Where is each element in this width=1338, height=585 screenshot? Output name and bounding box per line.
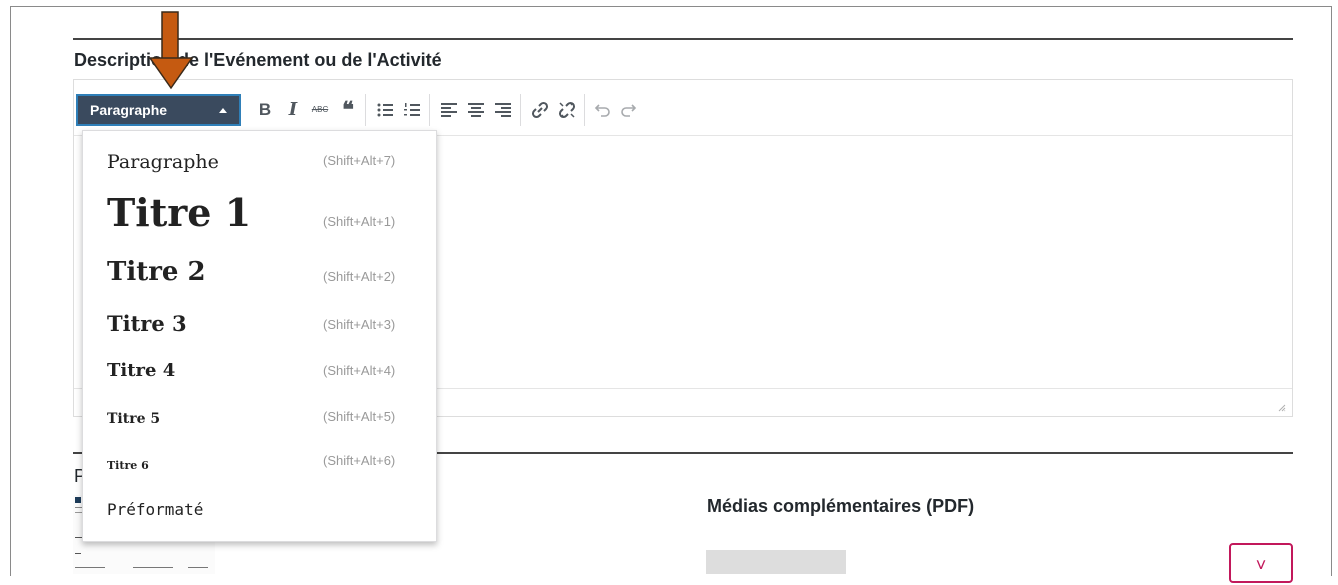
arrow-down-icon: [148, 11, 194, 90]
format-option-shortcut: (Shift+Alt+7): [323, 153, 396, 168]
format-option-label: Titre 1: [107, 190, 252, 235]
format-option-shortcut: (Shift+Alt+2): [323, 269, 396, 284]
redo-button[interactable]: [615, 96, 641, 124]
align-center-button[interactable]: [463, 96, 489, 124]
format-option-shortcut: (Shift+Alt+5): [323, 409, 396, 424]
undo-button[interactable]: [590, 96, 616, 124]
strikethrough-icon: ABC: [311, 105, 329, 114]
format-option-label: Préformaté: [107, 500, 204, 519]
format-option-label: Titre 4: [107, 360, 176, 381]
format-option-label: Titre 5: [107, 411, 161, 427]
link-icon: [531, 101, 549, 119]
align-center-icon: [468, 103, 484, 117]
format-option-h6[interactable]: Titre 6 (Shift+Alt+6): [83, 447, 436, 487]
numbered-list-button[interactable]: [399, 96, 425, 124]
format-option-label: Paragraphe: [107, 151, 219, 173]
remove-media-button[interactable]: ˅: [1229, 543, 1293, 583]
editor-toolbar: Paragraphe B I ABC ❝: [74, 80, 1292, 136]
align-right-button[interactable]: [490, 96, 516, 124]
align-left-icon: [441, 103, 457, 117]
redo-icon: [621, 104, 637, 117]
align-right-icon: [495, 103, 511, 117]
toolbar-separator: [429, 94, 430, 126]
caret-up-icon: [219, 108, 227, 113]
format-option-preformatted[interactable]: Préformaté: [83, 491, 436, 531]
italic-icon: I: [288, 99, 298, 120]
undo-icon: [594, 104, 610, 117]
resize-handle-icon[interactable]: [1278, 404, 1286, 412]
format-option-shortcut: (Shift+Alt+1): [323, 214, 396, 229]
toolbar-separator: [520, 94, 521, 126]
link-button[interactable]: [527, 96, 553, 124]
section-divider: [73, 38, 1293, 40]
section-title: Description de l'Evénement ou de l'Activ…: [74, 50, 442, 70]
format-option-h5[interactable]: Titre 5 (Shift+Alt+5): [83, 399, 436, 443]
italic-button[interactable]: I: [280, 96, 306, 124]
bold-icon: B: [258, 100, 272, 119]
format-option-h4[interactable]: Titre 4 (Shift+Alt+4): [83, 351, 436, 395]
numbered-list-icon: [404, 103, 420, 116]
strikethrough-button[interactable]: ABC: [307, 96, 333, 124]
format-option-shortcut: (Shift+Alt+4): [323, 363, 396, 378]
blockquote-icon: ❝: [342, 97, 354, 122]
bullet-list-icon: [377, 103, 393, 117]
format-option-label: Titre 3: [107, 311, 187, 336]
format-option-h2[interactable]: Titre 2 (Shift+Alt+2): [83, 251, 436, 301]
format-option-paragraph[interactable]: Paragraphe (Shift+Alt+7): [83, 141, 436, 181]
media-section-title: Médias complémentaires (PDF): [707, 496, 975, 516]
format-dropdown-menu: Paragraphe (Shift+Alt+7) Titre 1 (Shift+…: [82, 130, 437, 542]
format-select-label: Paragraphe: [90, 102, 168, 118]
format-option-h3[interactable]: Titre 3 (Shift+Alt+3): [83, 303, 436, 349]
unlink-icon: [558, 101, 576, 119]
align-left-button[interactable]: [436, 96, 462, 124]
format-option-label: Titre 2: [107, 257, 206, 287]
format-option-shortcut: (Shift+Alt+3): [323, 317, 396, 332]
media-placeholder: [706, 550, 846, 574]
format-option-shortcut: (Shift+Alt+6): [323, 453, 396, 468]
unlink-button[interactable]: [554, 96, 580, 124]
toolbar-separator: [365, 94, 366, 126]
format-option-h1[interactable]: Titre 1 (Shift+Alt+1): [83, 186, 436, 246]
bullet-list-button[interactable]: [372, 96, 398, 124]
format-select[interactable]: Paragraphe: [76, 94, 241, 126]
format-option-label: Titre 6: [107, 459, 149, 472]
chevron-down-icon: ˅: [1255, 555, 1267, 575]
toolbar-separator: [584, 94, 585, 126]
blockquote-button[interactable]: ❝: [335, 96, 361, 124]
bold-button[interactable]: B: [252, 96, 278, 124]
